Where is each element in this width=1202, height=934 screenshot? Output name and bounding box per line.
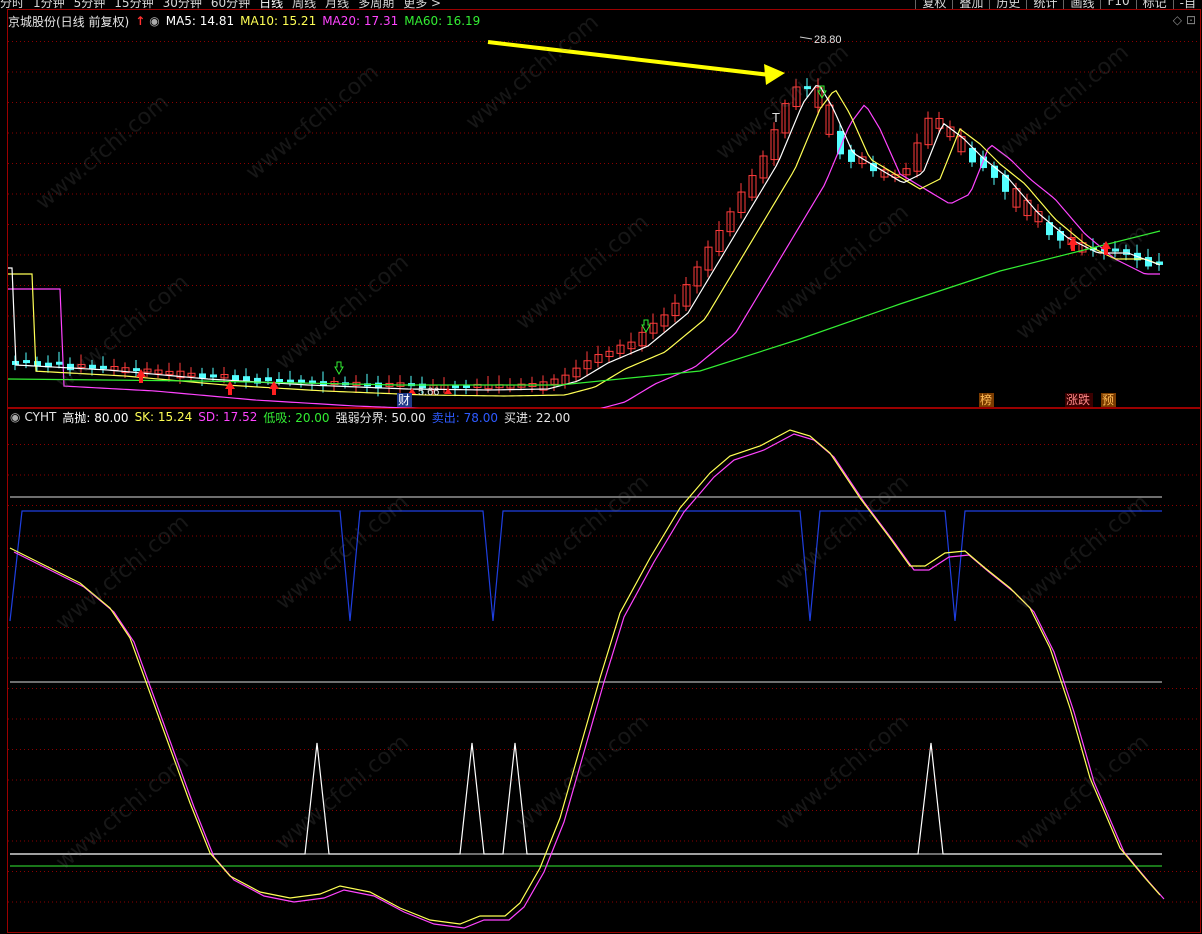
- ma5-label: MA5: 14.81: [165, 14, 235, 28]
- period-tab[interactable]: 更多 >: [403, 0, 441, 9]
- sub-chart-bg: [0, 408, 1202, 934]
- candle-down: [804, 86, 811, 90]
- price-chart[interactable]: 28.80 T 5.66 财 榜 涨跌预: [0, 9, 1202, 408]
- toolbar-button[interactable]: 画线: [1063, 0, 1100, 9]
- period-tab[interactable]: 1分钟: [33, 0, 65, 9]
- sd-value: SD: 17.52: [198, 410, 258, 424]
- period-tab[interactable]: 60分钟: [211, 0, 250, 9]
- settings-circle-icon[interactable]: ◉: [10, 410, 20, 424]
- low-price-label: 5.66: [418, 386, 439, 398]
- indicator-name[interactable]: CYHT: [24, 410, 56, 424]
- main-chart-bg: [0, 9, 1202, 408]
- tag-yu: 预: [1102, 393, 1114, 407]
- toolbar-button[interactable]: -自: [1172, 0, 1202, 9]
- pin-icon[interactable]: ⊡: [1186, 13, 1196, 27]
- period-tabs: 分时 1分钟 5分钟 15分钟 30分钟 60分钟 日线 周线 月线 多周期 更多 >: [0, 0, 450, 9]
- period-tab[interactable]: 日线: [259, 0, 283, 9]
- toolbar-right-buttons: 复权 叠加 历史 统计 画线 F10 标记 -自: [915, 0, 1202, 9]
- sell-signal: 卖出: 78.00: [431, 410, 498, 425]
- period-tab[interactable]: 5分钟: [74, 0, 106, 9]
- candle-down: [276, 379, 283, 383]
- t-marker-label: T: [772, 110, 780, 125]
- toolbar-button[interactable]: 历史: [989, 0, 1026, 9]
- buy-signal: 买进: 22.00: [504, 410, 571, 425]
- red-up-arrow-icon: ↑: [135, 14, 146, 28]
- toolbar-button[interactable]: 叠加: [952, 0, 989, 9]
- period-tab[interactable]: 30分钟: [163, 0, 202, 9]
- candle-down: [232, 375, 239, 381]
- candle-down: [133, 368, 140, 372]
- tag-bang: 榜: [980, 392, 992, 407]
- candle-down: [837, 130, 844, 155]
- low-buy-level: 低吸: 20.00: [263, 410, 330, 425]
- toolbar-button[interactable]: 统计: [1026, 0, 1063, 9]
- toolbar-button[interactable]: 标记: [1135, 0, 1173, 9]
- high-sell-level: 高抛: 80.00: [62, 410, 129, 425]
- stock-title[interactable]: 京城股份(日线 前复权): [8, 13, 129, 30]
- high-price-label: 28.80: [814, 34, 842, 46]
- collapse-diamond-icon[interactable]: ◇: [1173, 13, 1182, 27]
- cyht-indicator-chart[interactable]: [0, 408, 1202, 934]
- main-chart-header: 京城股份(日线 前复权) ↑ ◉ MA5: 14.81 MA10: 15.21 …: [8, 13, 486, 29]
- candle-down: [265, 377, 272, 382]
- tag-cai: 财: [398, 393, 410, 407]
- candle-down: [210, 374, 217, 378]
- toolbar-button[interactable]: F10: [1100, 0, 1135, 9]
- strength-divider: 强弱分界: 50.00: [335, 410, 426, 425]
- period-tab[interactable]: 15分钟: [114, 0, 153, 9]
- ma20-label: MA20: 17.31: [322, 14, 399, 28]
- indicator-header: ◉ CYHT 高抛: 80.00 SK: 15.24 SD: 17.52 低吸:…: [10, 409, 576, 425]
- period-toolbar: 分时 1分钟 5分钟 15分钟 30分钟 60分钟 日线 周线 月线 多周期 更多 > 复权 叠加 历史…: [0, 0, 1202, 9]
- period-tab[interactable]: 多周期: [358, 0, 394, 9]
- toolbar-button[interactable]: 复权: [915, 0, 952, 9]
- candle-down: [23, 360, 30, 364]
- sk-value: SK: 15.24: [134, 410, 193, 424]
- candle-down: [298, 379, 305, 383]
- candle-down: [56, 361, 63, 365]
- candle-down: [848, 149, 855, 162]
- period-tab[interactable]: 月线: [325, 0, 349, 9]
- candle-down: [89, 364, 96, 369]
- candle-down: [67, 363, 74, 371]
- candle-down: [199, 373, 206, 379]
- candle-down: [1112, 248, 1119, 252]
- period-tab[interactable]: 周线: [292, 0, 316, 9]
- settings-circle-icon[interactable]: ◉: [149, 14, 159, 28]
- candle-down: [100, 365, 107, 369]
- ma10-label: MA10: 15.21: [240, 14, 317, 28]
- ma60-label: MA60: 16.19: [404, 14, 481, 28]
- period-tab[interactable]: 分时: [0, 0, 24, 9]
- candle-down: [243, 376, 250, 382]
- tag-zhangdie: 涨跌: [1066, 392, 1090, 407]
